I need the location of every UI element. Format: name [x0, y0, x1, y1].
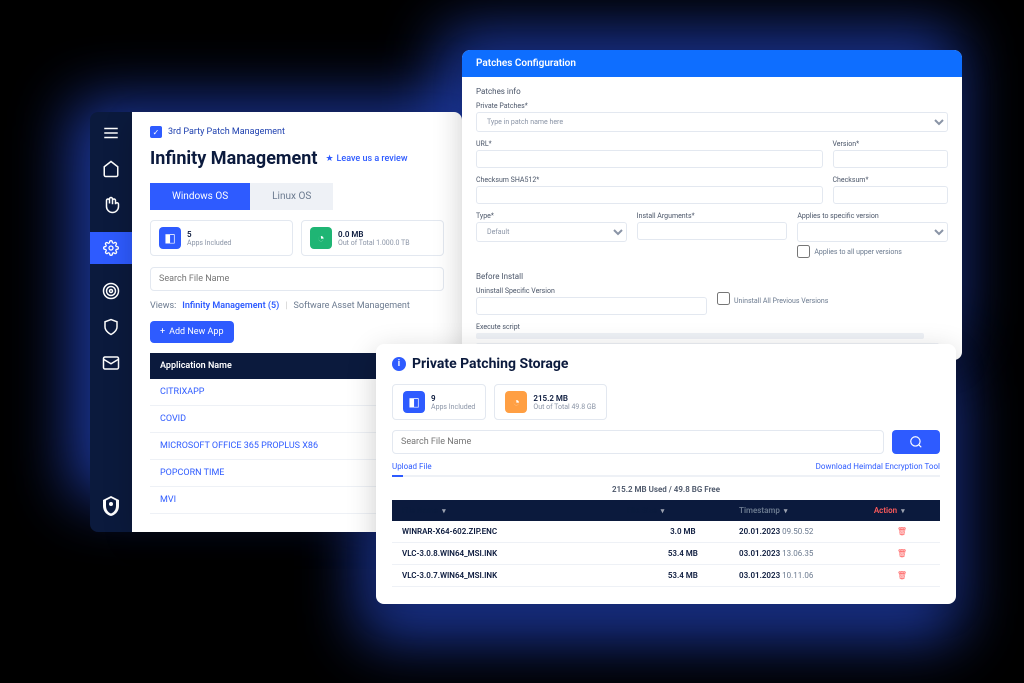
- applies-upper-checkbox[interactable]: [797, 245, 810, 258]
- download-tool-link[interactable]: Download Heimdal Encryption Tool: [816, 462, 940, 471]
- tab-windows[interactable]: Windows OS: [150, 183, 250, 210]
- file-row: WINRAR-X64-602.ZIP.ENC 3.0 MB 20.01.2023…: [392, 521, 940, 543]
- storage-card: ◔ 0.0 MB Out of Total 1.000.0 TB: [301, 220, 444, 256]
- private-patching-panel: i Private Patching Storage ◧ 9 Apps Incl…: [376, 344, 956, 604]
- view-infinity[interactable]: Infinity Management (5): [182, 301, 279, 311]
- delete-button[interactable]: 🗑: [874, 549, 930, 558]
- checksum-input[interactable]: [833, 186, 949, 204]
- search-input[interactable]: [150, 267, 444, 291]
- patches-config-panel: Patches Configuration Patches info Priva…: [462, 50, 962, 360]
- apps-icon: ◧: [159, 227, 181, 249]
- page-title: Infinity Management ★ Leave us a review: [150, 148, 444, 169]
- info-icon[interactable]: i: [392, 357, 406, 371]
- review-link[interactable]: ★ Leave us a review: [325, 154, 407, 164]
- menu-icon[interactable]: [102, 124, 120, 142]
- hand-icon[interactable]: [102, 196, 120, 214]
- sidebar: [90, 112, 132, 532]
- add-new-app-button[interactable]: + Add New App: [150, 321, 234, 343]
- type-select[interactable]: Default: [476, 222, 627, 242]
- file-row: VLC-3.0.7.WIN64_MSI.INK 53.4 MB 03.01.20…: [392, 565, 940, 587]
- star-icon: ★: [325, 154, 333, 164]
- version-label: Version*: [833, 140, 949, 148]
- url-input[interactable]: [476, 150, 823, 168]
- files-table-header: File Name ▾ File Size ▾ Timestamp ▾ Acti…: [392, 500, 940, 521]
- tab-linux[interactable]: Linux OS: [250, 183, 333, 210]
- gear-icon[interactable]: [90, 232, 132, 264]
- upload-file-link[interactable]: Upload File: [392, 462, 432, 471]
- install-args-label: Install Arguments*: [637, 212, 788, 220]
- sort-icon[interactable]: ▾: [784, 507, 788, 515]
- breadcrumb: ✓ 3rd Party Patch Management: [150, 126, 444, 138]
- view-sam[interactable]: Software Asset Management: [293, 301, 409, 311]
- applies-version-select[interactable]: [797, 222, 948, 242]
- uninstall-all-checkbox[interactable]: [717, 292, 730, 305]
- storage-icon: ◔: [505, 391, 527, 413]
- delete-button[interactable]: 🗑: [874, 527, 930, 536]
- breadcrumb-text: 3rd Party Patch Management: [168, 127, 285, 137]
- storage-progress: [392, 475, 940, 477]
- delete-button[interactable]: 🗑: [874, 571, 930, 580]
- applies-version-label: Applies to specific version: [797, 212, 948, 220]
- checksum512-label: Checksum SHA512*: [476, 176, 823, 184]
- sort-icon[interactable]: ▾: [901, 507, 905, 515]
- private-patches-select[interactable]: Type in patch name here: [476, 112, 948, 132]
- checksum512-input[interactable]: [476, 186, 823, 204]
- install-args-input[interactable]: [637, 222, 788, 240]
- check-icon: ✓: [150, 126, 162, 138]
- type-label: Type*: [476, 212, 627, 220]
- private-patches-label: Private Patches*: [476, 102, 948, 110]
- home-icon[interactable]: [102, 160, 120, 178]
- checksum-label: Checksum*: [833, 176, 949, 184]
- storage-icon: ◔: [310, 227, 332, 249]
- os-tabs: Windows OS Linux OS: [150, 183, 444, 210]
- execute-script-label: Execute script: [476, 323, 948, 331]
- target-icon[interactable]: [102, 282, 120, 300]
- uninstall-specific-input[interactable]: [476, 297, 707, 315]
- url-label: URL*: [476, 140, 823, 148]
- panel3-title: i Private Patching Storage: [392, 356, 940, 372]
- views-row: Views: Infinity Management (5) | Softwar…: [150, 301, 444, 311]
- apps-included-card: ◧ 5 Apps Included: [150, 220, 293, 256]
- file-row: VLC-3.0.8.WIN64_MSI.INK 53.4 MB 03.01.20…: [392, 543, 940, 565]
- uninstall-specific-label: Uninstall Specific Version: [476, 287, 707, 295]
- before-install-label: Before Install: [476, 272, 948, 281]
- heimdal-logo-icon: [99, 494, 123, 518]
- apps-icon: ◧: [403, 391, 425, 413]
- storage-search-input[interactable]: [392, 430, 884, 454]
- shield-icon[interactable]: [102, 318, 120, 336]
- search-button[interactable]: [892, 430, 940, 454]
- version-input[interactable]: [833, 150, 949, 168]
- mail-icon[interactable]: [102, 354, 120, 372]
- patches-config-header: Patches Configuration: [462, 50, 962, 77]
- plus-icon: +: [160, 327, 165, 337]
- patches-info-label: Patches info: [476, 87, 948, 96]
- storage-usage-text: 215.2 MB Used / 49.8 BG Free: [392, 485, 940, 494]
- sort-icon[interactable]: ▾: [442, 507, 446, 515]
- sort-icon[interactable]: ▾: [661, 507, 665, 515]
- apps-stat: ◧ 9 Apps Included: [392, 384, 486, 420]
- storage-stat: ◔ 215.2 MB Out of Total 49.8 GB: [494, 384, 607, 420]
